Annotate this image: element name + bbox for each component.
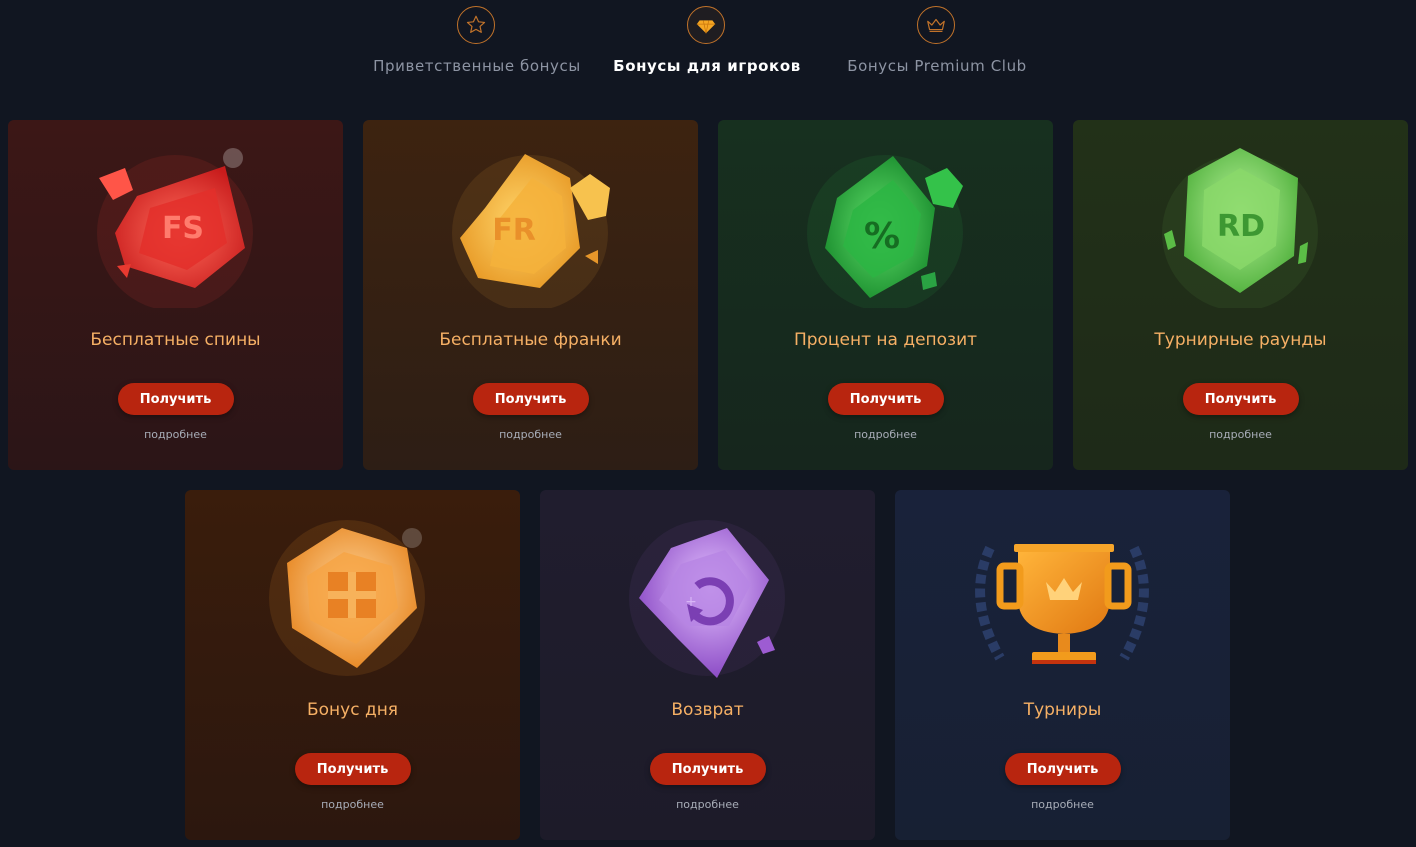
crown-icon: [917, 6, 955, 44]
details-link[interactable]: подробнее: [1073, 428, 1408, 441]
get-bonus-button[interactable]: Получить: [472, 383, 589, 415]
tab-player-bonuses[interactable]: Бонусы для игроков: [577, 0, 837, 90]
card-title: Турниры: [1023, 700, 1102, 720]
gem-label: %: [864, 216, 900, 257]
card-title: Турнирные раунды: [1154, 330, 1327, 350]
gem-label: FS: [162, 211, 204, 246]
gem-label: RD: [1217, 209, 1265, 244]
get-bonus-button[interactable]: Получить: [1004, 753, 1121, 785]
card-title: Процент на депозит: [793, 330, 978, 350]
card-title: Возврат: [671, 700, 744, 720]
bonus-card-tournament-rounds: RD Турнирные раунды Получить подробнее: [1073, 120, 1408, 470]
orange-gem-gift-icon: [269, 520, 425, 676]
bonus-card-deposit-percent: % Процент на депозит Получить подробнее: [718, 120, 1053, 470]
get-bonus-button[interactable]: Получить: [827, 383, 944, 415]
tab-welcome-bonuses[interactable]: Приветственные бонусы: [347, 0, 607, 90]
bonus-card-cashback: + Возврат Получить подробнее: [540, 490, 875, 840]
purple-gem-refresh-icon: +: [629, 520, 785, 678]
red-gem-icon: FS: [97, 148, 253, 308]
get-bonus-button[interactable]: Получить: [1182, 383, 1299, 415]
details-link[interactable]: подробнее: [540, 798, 875, 811]
tab-label: Бонусы Premium Club: [847, 57, 1027, 75]
tab-premium-club-bonuses[interactable]: Бонусы Premium Club: [807, 0, 1067, 90]
get-bonus-button[interactable]: Получить: [649, 753, 766, 785]
gem-label: FR: [492, 213, 536, 248]
gold-gem-icon: FR: [452, 154, 610, 308]
details-link[interactable]: подробнее: [185, 798, 520, 811]
bonus-card-free-spins: FS Бесплатные спины Получить подробнее: [8, 120, 343, 470]
diamond-icon: [687, 6, 725, 44]
tab-label: Приветственные бонусы: [373, 57, 581, 75]
star-icon: [457, 6, 495, 44]
details-link[interactable]: подробнее: [363, 428, 698, 441]
green-gem-icon: RD: [1162, 148, 1318, 308]
card-title: Бесплатные франки: [439, 330, 622, 350]
bonus-category-tabs: Приветственные бонусы Бонусы для игроков…: [0, 0, 1416, 90]
get-bonus-button[interactable]: Получить: [117, 383, 234, 415]
trophy-icon: [975, 544, 1149, 664]
bonus-card-free-francs: FR Бесплатные франки Получить подробнее: [363, 120, 698, 470]
details-link[interactable]: подробнее: [8, 428, 343, 441]
emerald-gem-icon: %: [807, 155, 963, 308]
bonus-card-daily-bonus: Бонус дня Получить подробнее: [185, 490, 520, 840]
get-bonus-button[interactable]: Получить: [294, 753, 411, 785]
svg-text:+: +: [685, 594, 697, 610]
card-title: Бонус дня: [306, 700, 399, 720]
details-link[interactable]: подробнее: [718, 428, 1053, 441]
bonus-card-tournaments: Турниры Получить подробнее: [895, 490, 1230, 840]
card-title: Бесплатные спины: [90, 330, 261, 350]
details-link[interactable]: подробнее: [895, 798, 1230, 811]
tab-label: Бонусы для игроков: [613, 57, 801, 75]
